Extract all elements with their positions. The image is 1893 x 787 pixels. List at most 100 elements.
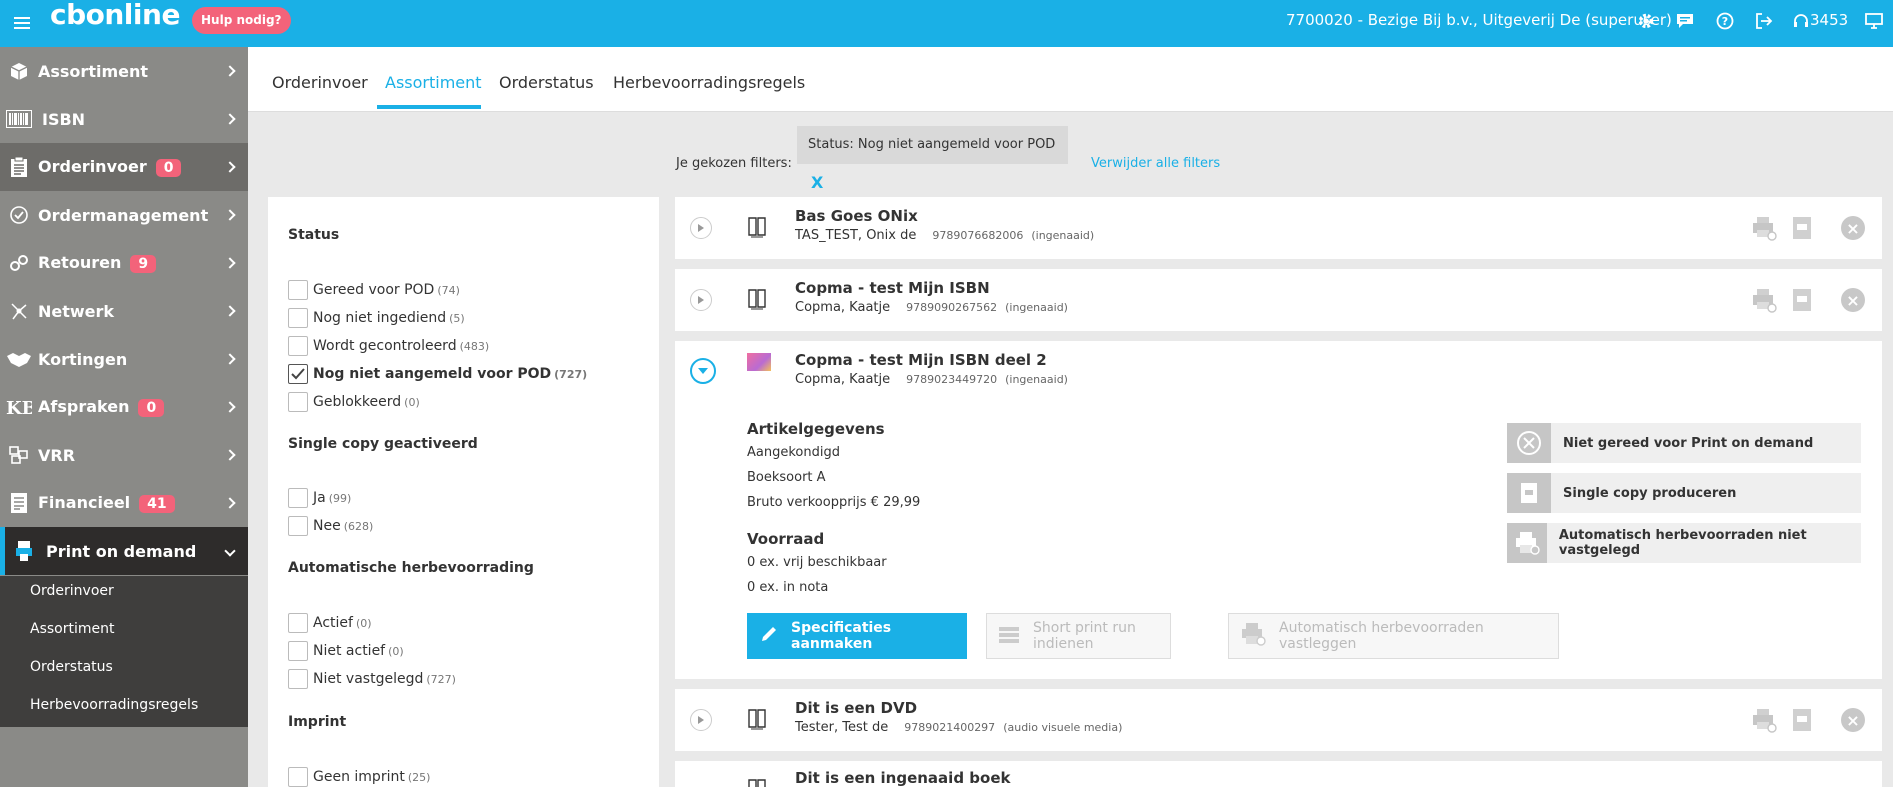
expand-play-icon[interactable] <box>690 709 712 731</box>
filter-option[interactable]: Nee (628) <box>288 516 373 536</box>
count-badge: 0 <box>155 159 182 177</box>
ticket-count[interactable]: 3453 <box>1810 11 1848 29</box>
checkbox-checked[interactable] <box>288 364 308 384</box>
not-ready-close-icon[interactable]: × <box>1841 216 1865 240</box>
filter-group-title: Automatische herbevoorrading <box>288 560 534 576</box>
result-binding: (ingenaaid) <box>1005 301 1068 314</box>
sidebar-item-print-on-demand[interactable]: Print on demand <box>0 527 248 575</box>
chat-icon[interactable] <box>1675 11 1695 31</box>
submenu-item-herbevoorradingsregels[interactable]: Herbevoorradingsregels <box>30 697 198 713</box>
filter-option-label: Ja <box>313 490 326 506</box>
submenu-item-orderstatus[interactable]: Orderstatus <box>30 659 113 675</box>
sidebar-item-kortingen[interactable]: Kortingen <box>0 335 248 383</box>
sidebar-item-netwerk[interactable]: Netwerk <box>0 287 248 335</box>
result-binding: (ingenaaid) <box>1005 373 1068 386</box>
auto-restock-not-set-action[interactable]: Automatisch herbevoorraden niet vastgele… <box>1507 523 1861 563</box>
help-icon[interactable]: ? <box>1715 11 1735 31</box>
result-title[interactable]: Copma - test Mijn ISBN deel 2 <box>795 351 1047 369</box>
sidebar-item-label: Ordermanagement <box>38 205 209 225</box>
result-row[interactable]: Dit is een DVD Tester, Test de 9789021400… <box>675 689 1882 751</box>
checkbox[interactable] <box>288 488 308 508</box>
auto-restock-button[interactable]: Automatisch herbevoorraden vastleggen <box>1228 613 1559 659</box>
sidebar-item-orderinvoer[interactable]: Orderinvoer 0 <box>0 143 248 191</box>
filter-group-title: Single copy geactiveerd <box>288 436 478 452</box>
help-button[interactable]: Hulp nodig? <box>192 7 291 34</box>
menu-icon[interactable] <box>14 17 30 30</box>
filter-option[interactable]: Nog niet ingediend (5) <box>288 308 465 328</box>
result-title[interactable]: Copma - test Mijn ISBN <box>795 279 990 297</box>
gear-icon[interactable] <box>1636 11 1656 31</box>
result-title[interactable]: Dit is een DVD <box>795 699 917 717</box>
checkbox[interactable] <box>288 767 308 787</box>
headset-icon[interactable] <box>1791 11 1811 31</box>
tab-herbevoorradingsregels[interactable]: Herbevoorradingsregels <box>613 73 805 92</box>
filter-option-count: (483) <box>459 339 490 353</box>
printer-icon <box>1239 622 1267 650</box>
checkbox[interactable] <box>288 280 308 300</box>
sidebar-item-ordermanagement[interactable]: Ordermanagement <box>0 191 248 239</box>
result-row[interactable]: Copma - test Mijn ISBN Copma, Kaatje 9789… <box>675 269 1882 331</box>
pod-not-ready-action[interactable]: Niet gereed voor Print on demand <box>1507 423 1861 463</box>
filter-option[interactable]: Nog niet aangemeld voor POD (727) <box>288 364 587 384</box>
sidebar-item-label: Print on demand <box>46 541 197 561</box>
auto-restock-printer-icon[interactable] <box>1751 707 1777 733</box>
result-title[interactable]: Bas Goes ONix <box>795 207 918 225</box>
sidebar-item-vrr[interactable]: VRR <box>0 431 248 479</box>
checkbox[interactable] <box>288 336 308 356</box>
filter-option[interactable]: Actief (0) <box>288 613 372 633</box>
filter-option-count: (0) <box>404 395 420 409</box>
remove-filter-button[interactable]: X <box>811 173 823 192</box>
result-row-expanded[interactable]: Copma - test Mijn ISBN deel 2 Copma, Kaa… <box>675 341 1882 679</box>
sidebar-item-isbn[interactable]: ISBN <box>0 95 248 143</box>
sidebar-item-afspraken[interactable]: KB Afspraken 0 <box>0 383 248 431</box>
tab-orderinvoer[interactable]: Orderinvoer <box>272 73 368 92</box>
checkbox[interactable] <box>288 613 308 633</box>
single-copy-produce-action[interactable]: Single copy produceren <box>1507 473 1861 513</box>
filter-option[interactable]: Geblokkeerd (0) <box>288 392 420 412</box>
checkbox[interactable] <box>288 308 308 328</box>
tab-orderstatus[interactable]: Orderstatus <box>499 73 594 92</box>
monitor-icon[interactable] <box>1864 11 1884 31</box>
single-copy-icon[interactable] <box>1789 215 1815 241</box>
filter-option[interactable]: Niet actief (0) <box>288 641 404 661</box>
result-row[interactable]: Bas Goes ONix TAS_TEST, Onix de 978907668… <box>675 197 1882 259</box>
auto-restock-printer-icon[interactable] <box>1751 287 1777 313</box>
filter-option[interactable]: Ja (99) <box>288 488 351 508</box>
expand-play-icon[interactable] <box>690 289 712 311</box>
single-copy-icon[interactable] <box>1789 707 1815 733</box>
sidebar-item-financieel[interactable]: Financieel 41 <box>0 479 248 527</box>
submenu-item-assortiment[interactable]: Assortiment <box>30 621 114 637</box>
tab-assortiment[interactable]: Assortiment <box>385 73 482 92</box>
not-ready-close-icon[interactable]: × <box>1841 708 1865 732</box>
create-specifications-button[interactable]: Specificaties aanmaken <box>747 613 967 659</box>
checkbox[interactable] <box>288 669 308 689</box>
close-circle-icon <box>1507 423 1551 463</box>
remove-all-filters-link[interactable]: Verwijder alle filters <box>1091 156 1220 171</box>
filter-option[interactable]: Wordt gecontroleerd (483) <box>288 336 489 356</box>
pencil-icon <box>759 624 779 648</box>
not-ready-close-icon[interactable]: × <box>1841 288 1865 312</box>
checkbox[interactable] <box>288 641 308 661</box>
chevron-right-icon <box>224 497 236 509</box>
result-row[interactable]: Dit is een ingenaaid boek <box>675 761 1882 787</box>
kb-icon: KB <box>6 394 32 420</box>
filter-option-count: (74) <box>437 283 460 297</box>
checkbox[interactable] <box>288 392 308 412</box>
checkbox[interactable] <box>288 516 308 536</box>
sidebar-item-retouren[interactable]: Retouren 9 <box>0 239 248 287</box>
logo[interactable]: cbonline <box>50 0 180 31</box>
short-print-run-button[interactable]: Short print run indienen <box>986 613 1171 659</box>
logout-icon[interactable] <box>1754 11 1774 31</box>
collapse-icon[interactable] <box>690 358 716 384</box>
submenu-item-orderinvoer[interactable]: Orderinvoer <box>30 583 114 599</box>
expand-play-icon[interactable] <box>690 217 712 239</box>
filter-option[interactable]: Niet vastgelegd (727) <box>288 669 456 689</box>
filter-option[interactable]: Gereed voor POD (74) <box>288 280 460 300</box>
sidebar-item-label: Assortiment <box>38 61 149 81</box>
filter-option[interactable]: Geen imprint (25) <box>288 767 430 787</box>
result-title[interactable]: Dit is een ingenaaid boek <box>795 769 1010 787</box>
sidebar-item-assortiment[interactable]: Assortiment <box>0 47 248 95</box>
single-copy-icon[interactable] <box>1789 287 1815 313</box>
auto-restock-printer-icon[interactable] <box>1751 215 1777 241</box>
filter-option-count: (99) <box>328 491 352 505</box>
